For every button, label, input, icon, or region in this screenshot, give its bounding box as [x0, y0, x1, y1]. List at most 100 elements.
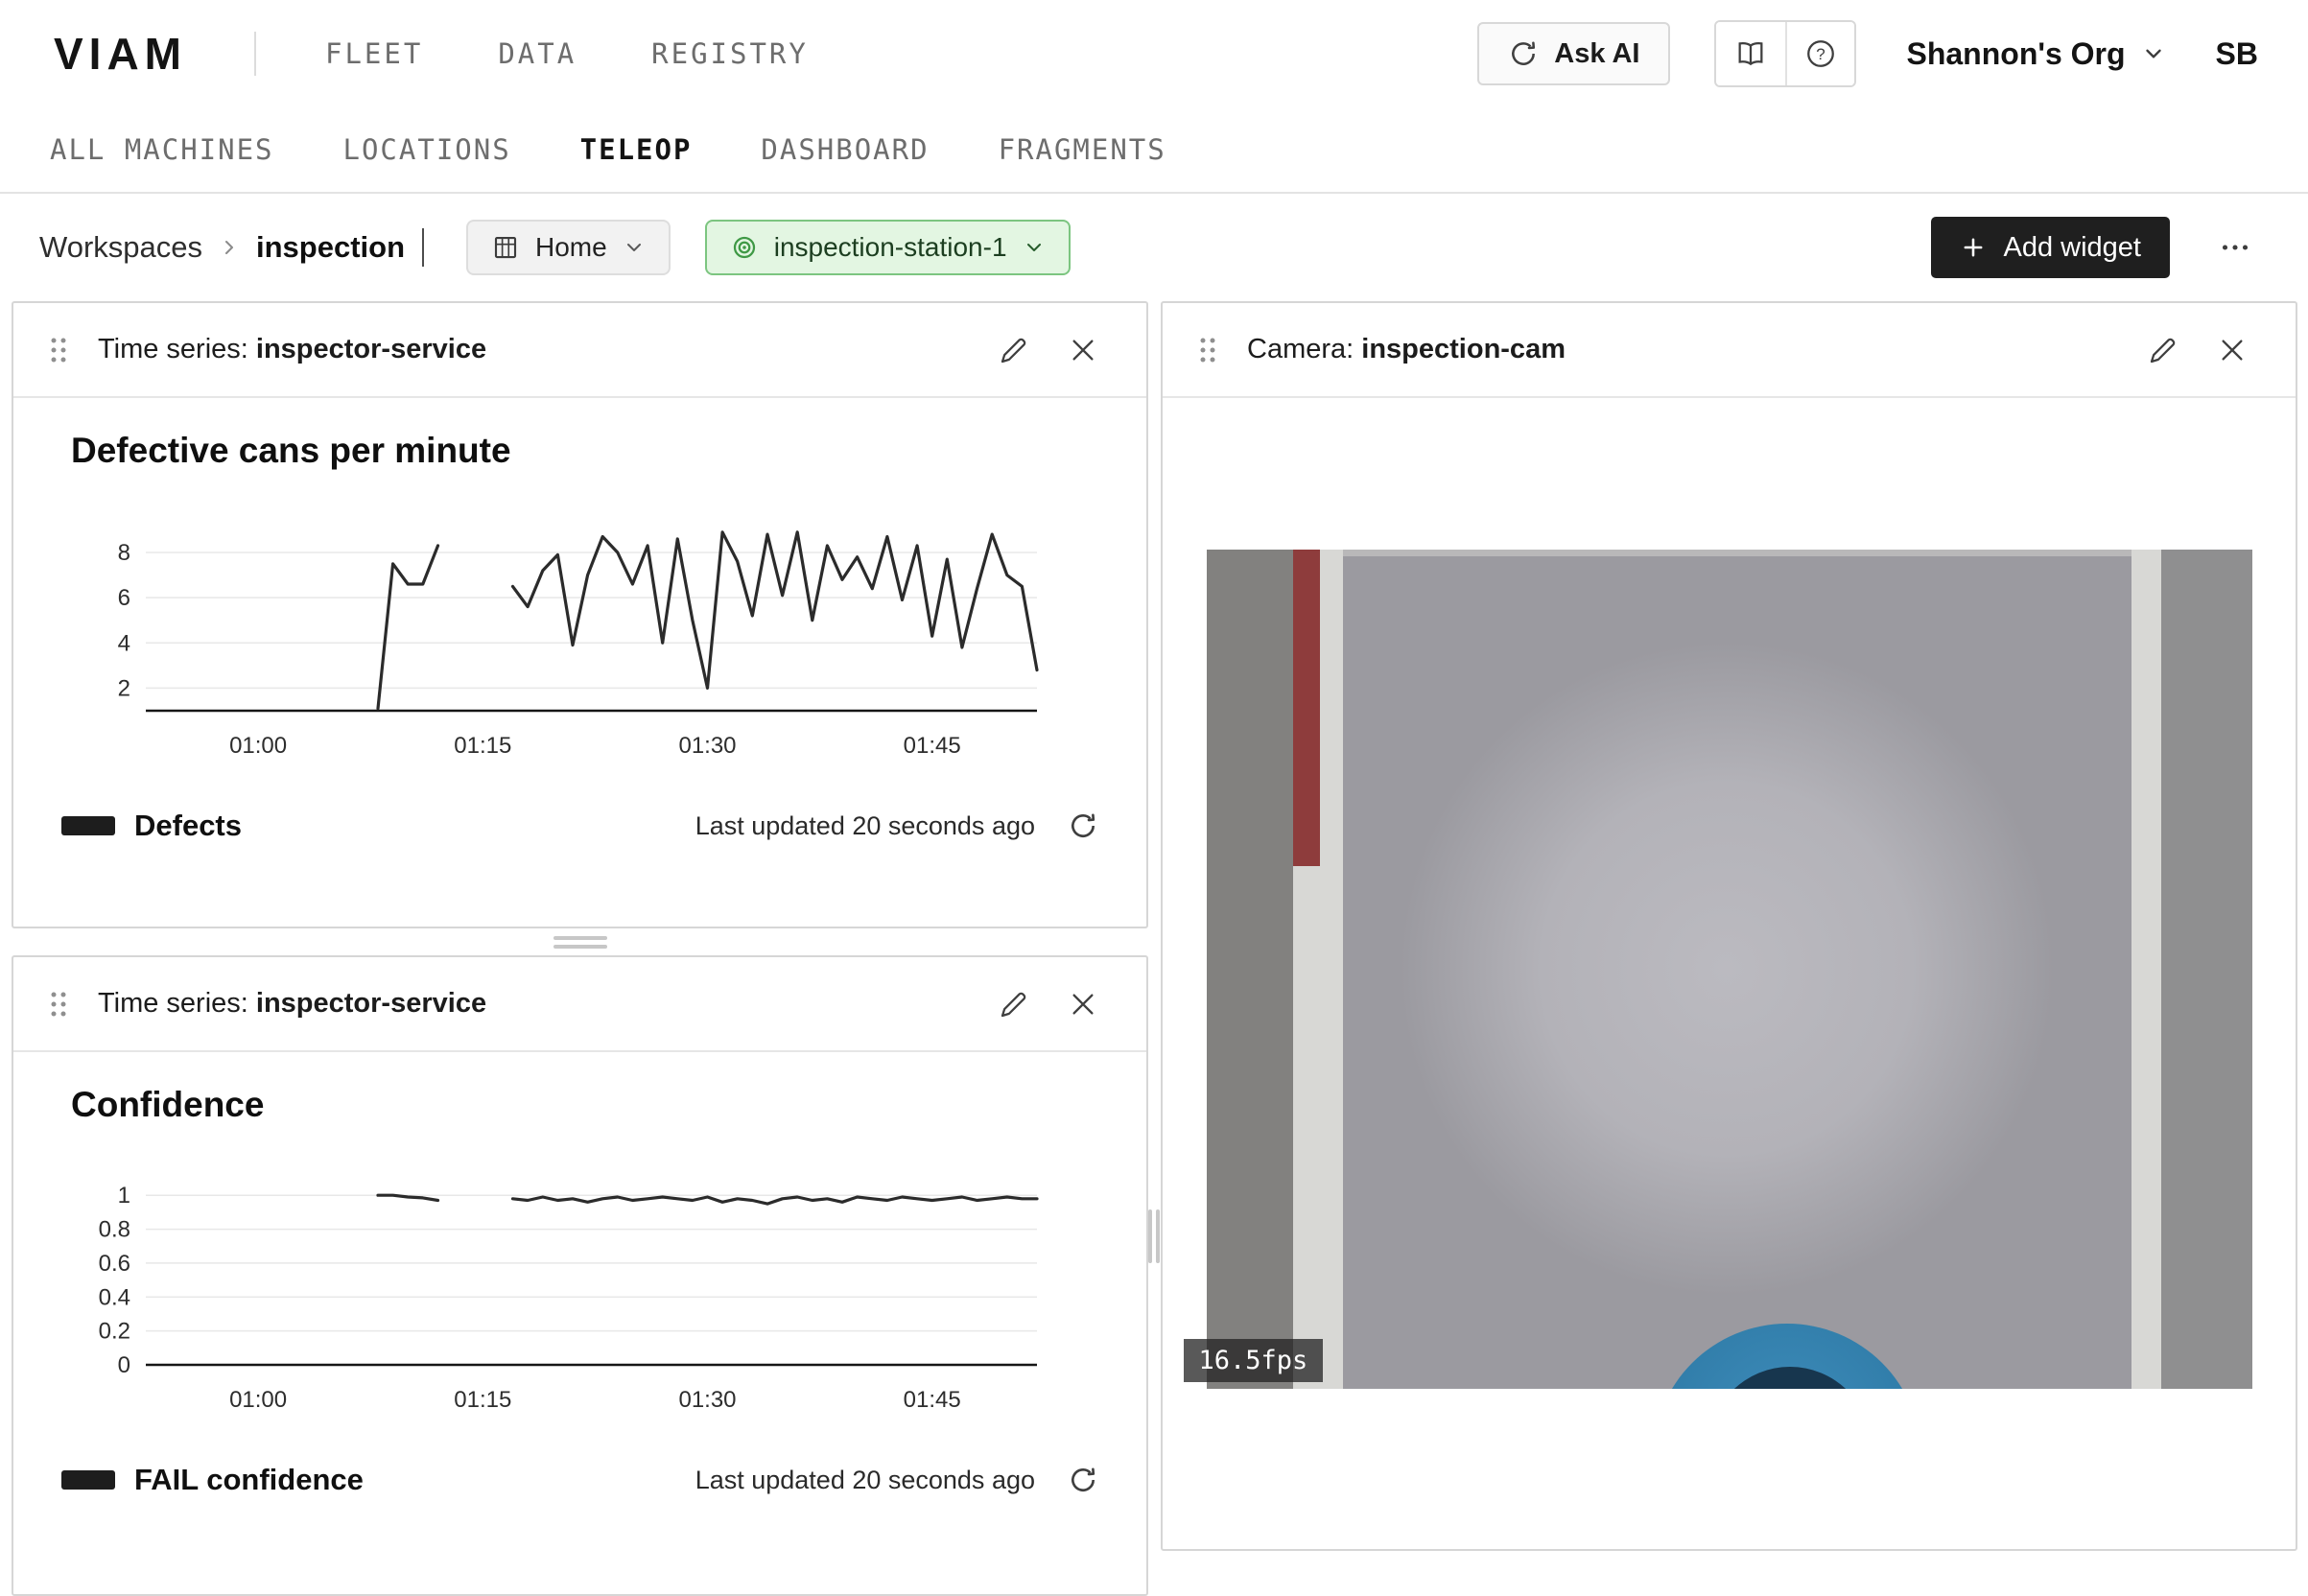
top-bar: VIAM FLEET DATA REGISTRY Ask AI ? [0, 0, 2308, 107]
legend-row: FAIL confidence Last updated 20 seconds … [61, 1463, 1104, 1497]
svg-text:01:15: 01:15 [454, 733, 511, 759]
legend-swatch [61, 816, 115, 835]
breadcrumb-chevron-icon [218, 236, 241, 259]
widget-service-name: inspector-service [256, 334, 486, 364]
widget-header: Time series: inspector-service [13, 957, 1146, 1052]
conveyor-belt-surface [1343, 550, 2131, 1389]
refresh-button[interactable] [1062, 810, 1104, 842]
edit-widget-button[interactable] [2142, 334, 2184, 366]
widget-type-label: Camera: [1247, 334, 1354, 364]
fps-overlay-badge: 16.5fps [1184, 1339, 1324, 1382]
widget-camera-name: inspection-cam [1361, 334, 1566, 364]
divider [254, 32, 256, 76]
widget-body: Confidence 00.20.40.60.8101:0001:1501:30… [13, 1052, 1146, 1497]
defects-line-chart: 246801:0001:1501:3001:45 [61, 511, 1047, 759]
svg-text:6: 6 [118, 585, 130, 611]
drag-handle-icon[interactable] [1195, 336, 1220, 364]
conveyor-edge-dark [1207, 550, 1293, 1389]
close-widget-button[interactable] [1062, 988, 1104, 1021]
ask-ai-button[interactable]: Ask AI [1477, 22, 1670, 85]
chart-title: Confidence [71, 1085, 1104, 1125]
org-selector[interactable]: Shannon's Org [1900, 35, 2171, 73]
toolbar-right-cluster: Add widget [1931, 217, 2259, 278]
tab-dashboard[interactable]: DASHBOARD [761, 133, 929, 166]
tab-teleop[interactable]: TELEOP [580, 133, 693, 166]
viam-logo[interactable]: VIAM [54, 28, 187, 80]
red-marker-bar [1293, 550, 1320, 866]
chevron-down-icon [623, 236, 646, 259]
ask-ai-icon [1508, 38, 1539, 69]
camera-widget: Camera: inspection-cam [1161, 301, 2297, 1551]
drag-handle-icon[interactable] [46, 990, 71, 1019]
right-column: Camera: inspection-cam [1161, 301, 2297, 1551]
machine-selector-button[interactable]: inspection-station-1 [705, 220, 1071, 275]
close-widget-button[interactable] [1062, 334, 1104, 366]
teleop-canvas: Time series: inspector-service Defective… [0, 301, 2308, 1567]
docs-button[interactable] [1716, 22, 1785, 85]
tab-all-machines[interactable]: ALL MACHINES [50, 133, 274, 166]
svg-text:01:45: 01:45 [904, 733, 961, 759]
ask-ai-label: Ask AI [1554, 38, 1639, 70]
drag-handle-icon[interactable] [46, 336, 71, 364]
add-widget-button[interactable]: Add widget [1931, 217, 2171, 278]
column-resize-handle[interactable] [1147, 1203, 1161, 1270]
legend-row: Defects Last updated 20 seconds ago [61, 809, 1104, 843]
svg-text:01:45: 01:45 [904, 1387, 961, 1413]
svg-text:0.6: 0.6 [99, 1251, 130, 1277]
belt-top-highlight [1343, 550, 2131, 556]
legend-label: FAIL confidence [134, 1463, 364, 1497]
svg-text:2: 2 [118, 675, 130, 701]
conveyor-rail-light [1293, 866, 1320, 1389]
edit-widget-button[interactable] [993, 334, 1035, 366]
svg-text:01:15: 01:15 [454, 1387, 511, 1413]
secondary-nav: ALL MACHINES LOCATIONS TELEOP DASHBOARD … [0, 107, 2308, 194]
workspace-name-input[interactable]: inspection [256, 230, 405, 265]
tab-fragments[interactable]: FRAGMENTS [999, 133, 1166, 166]
row-resize-handle[interactable] [12, 928, 1148, 955]
camera-body: 16.5fps [1163, 398, 2296, 1389]
ellipsis-icon [2218, 230, 2252, 265]
svg-text:?: ? [1817, 45, 1825, 63]
svg-text:1: 1 [118, 1183, 130, 1209]
workspace-selector-label: Home [535, 232, 607, 263]
widget-header: Time series: inspector-service [13, 303, 1146, 398]
confidence-line-chart: 00.20.40.60.8101:0001:1501:3001:45 [61, 1165, 1047, 1413]
left-column: Time series: inspector-service Defective… [12, 301, 1148, 1596]
chevron-down-icon [2141, 41, 2166, 66]
workspace-toolbar: Workspaces inspection Home inspection-st… [0, 194, 2308, 301]
svg-text:8: 8 [118, 540, 130, 566]
avatar[interactable]: SB [2216, 36, 2258, 72]
nav-data[interactable]: DATA [498, 37, 577, 70]
svg-text:01:30: 01:30 [678, 733, 736, 759]
widget-service-name: inspector-service [256, 988, 486, 1019]
breadcrumb: Workspaces inspection [39, 228, 424, 267]
svg-text:0.8: 0.8 [99, 1217, 130, 1243]
question-circle-icon: ? [1804, 37, 1837, 70]
legend-label: Defects [134, 809, 242, 843]
add-widget-label: Add widget [2004, 232, 2142, 264]
last-updated-text: Last updated 20 seconds ago [695, 811, 1035, 841]
workspace-grid-icon [491, 233, 520, 262]
workspace-selector-button[interactable]: Home [466, 220, 671, 275]
edit-widget-button[interactable] [993, 988, 1035, 1021]
close-widget-button[interactable] [2211, 334, 2253, 366]
more-options-button[interactable] [2212, 229, 2258, 266]
svg-text:0.4: 0.4 [99, 1284, 130, 1310]
help-button[interactable]: ? [1785, 22, 1854, 85]
widget-type-label: Time series: [98, 988, 248, 1019]
nav-fleet[interactable]: FLEET [325, 37, 423, 70]
chevron-down-icon [1023, 236, 1046, 259]
svg-text:0.2: 0.2 [99, 1319, 130, 1345]
svg-text:01:00: 01:00 [229, 1387, 287, 1413]
last-updated-text: Last updated 20 seconds ago [695, 1466, 1035, 1495]
machine-target-icon [730, 233, 759, 262]
camera-stream-image [1207, 550, 2252, 1389]
widget-body: Defective cans per minute 246801:0001:15… [13, 398, 1146, 843]
tab-locations[interactable]: LOCATIONS [343, 133, 511, 166]
nav-registry[interactable]: REGISTRY [651, 37, 809, 70]
widget-title: Time series: inspector-service [98, 988, 486, 1020]
breadcrumb-workspaces[interactable]: Workspaces [39, 230, 202, 265]
refresh-button[interactable] [1062, 1464, 1104, 1496]
svg-text:01:30: 01:30 [678, 1387, 736, 1413]
widget-type-label: Time series: [98, 334, 248, 364]
